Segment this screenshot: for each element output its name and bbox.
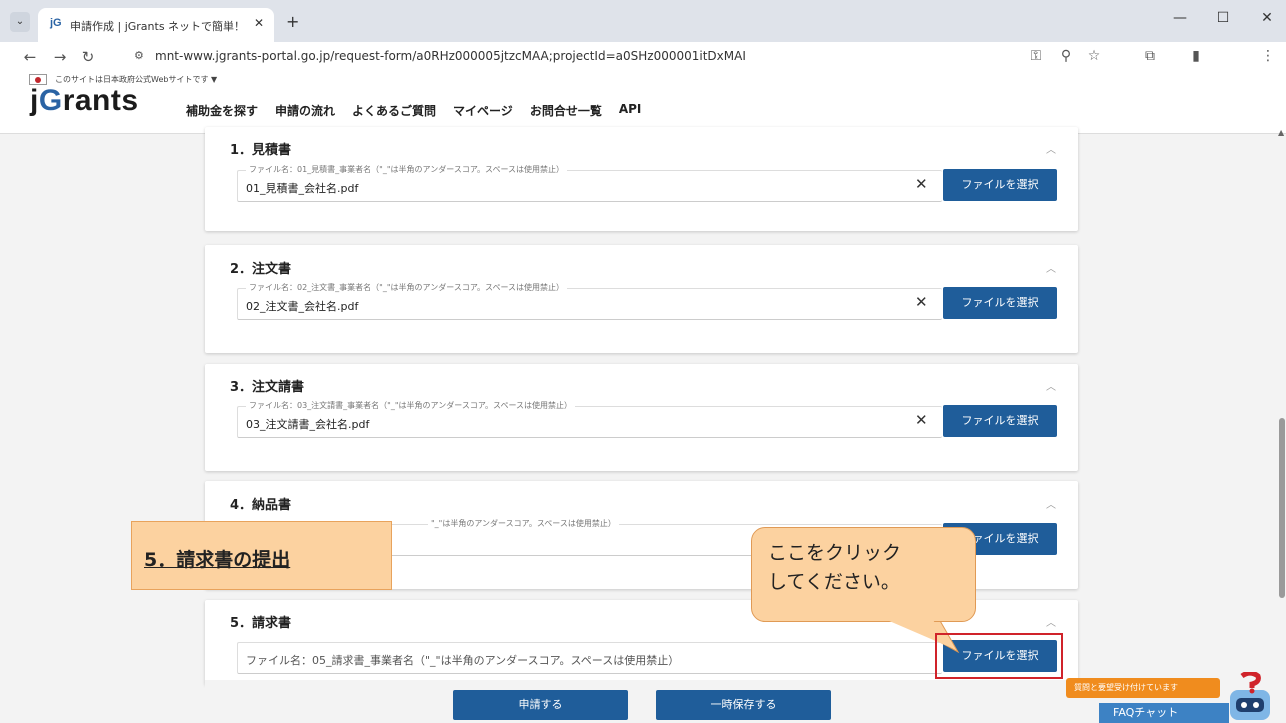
card-title: 3．注文請書 bbox=[230, 380, 305, 395]
forward-icon[interactable]: → bbox=[50, 48, 70, 66]
nav-search-subsidies[interactable]: 補助金を探す bbox=[186, 102, 258, 119]
instruction-bubble-text: ここをクリック してください。 bbox=[768, 542, 902, 593]
tab-title: 申請作成 | jGrants ネットで簡単！ bbox=[70, 20, 245, 33]
browser-tab[interactable]: jG 申請作成 | jGrants ネットで簡単！ ✕ bbox=[38, 8, 274, 42]
new-tab-icon[interactable]: + bbox=[286, 12, 299, 31]
scrollbar-thumb[interactable] bbox=[1279, 418, 1285, 598]
clear-file-icon[interactable]: ✕ bbox=[915, 411, 928, 429]
close-window-icon[interactable]: ✕ bbox=[1252, 10, 1282, 26]
file-name-value: 01_見積書_会社名.pdf bbox=[246, 182, 359, 195]
save-draft-button[interactable]: 一時保存する bbox=[656, 690, 831, 720]
chat-notice[interactable]: 質問と要望受け付けています bbox=[1066, 678, 1220, 698]
upload-card-order-confirmation: 3．注文請書 ︿ ファイル名：03_注文請書_事業者名（"_"は半角のアンダース… bbox=[205, 364, 1078, 471]
clear-file-icon[interactable]: ✕ bbox=[915, 175, 928, 193]
card-title: 5．請求書 bbox=[230, 616, 292, 631]
maximize-icon[interactable]: ☐ bbox=[1208, 10, 1238, 26]
extensions-icon[interactable]: ⧉ bbox=[1140, 48, 1160, 64]
minimize-icon[interactable]: — bbox=[1165, 10, 1195, 26]
reload-icon[interactable]: ↻ bbox=[78, 48, 98, 66]
collapse-chevron-icon[interactable]: ︿ bbox=[1046, 378, 1056, 393]
file-name-field[interactable]: ファイル名：05_請求書_事業者名（"_"は半角のアンダースコア。スペースは使用… bbox=[237, 642, 942, 674]
file-name-value: 03_注文請書_会社名.pdf bbox=[246, 418, 370, 431]
section-annotation-text: 5．請求書の提出 bbox=[144, 549, 291, 571]
submit-button[interactable]: 申請する bbox=[453, 690, 628, 720]
nav-inquiries[interactable]: お問合せ一覧 bbox=[530, 102, 602, 119]
nav-mypage[interactable]: マイページ bbox=[453, 102, 513, 119]
site-header: このサイトは日本政府公式Webサイトです ▼ jGrants 補助金を探す 申請… bbox=[0, 72, 1286, 134]
field-label: ファイル名：02_注文書_事業者名（"_"は半角のアンダースコア。スペースは使用… bbox=[246, 282, 568, 293]
highlight-frame bbox=[935, 633, 1063, 679]
instruction-bubble: ここをクリック してください。 bbox=[751, 527, 976, 622]
field-label: ファイル名：01_見積書_事業者名（"_"は半角のアンダースコア。スペースは使用… bbox=[246, 164, 568, 175]
card-title: 2．注文書 bbox=[230, 262, 292, 277]
section-annotation: 5．請求書の提出 bbox=[131, 521, 392, 590]
side-panel-icon[interactable]: ▮ bbox=[1186, 48, 1206, 64]
card-title: 1．見積書 bbox=[230, 143, 292, 158]
collapse-chevron-icon[interactable]: ︿ bbox=[1046, 260, 1056, 275]
clear-file-icon[interactable]: ✕ bbox=[915, 293, 928, 311]
nav-application-flow[interactable]: 申請の流れ bbox=[275, 102, 335, 119]
nav-api[interactable]: API bbox=[619, 102, 642, 119]
url-field[interactable]: mnt-www.jgrants-portal.go.jp/request-for… bbox=[155, 49, 746, 63]
nav-faq[interactable]: よくあるご質問 bbox=[352, 102, 436, 119]
password-key-icon[interactable]: ⚿ bbox=[1026, 48, 1046, 64]
tab-search-icon[interactable]: ⌄ bbox=[10, 12, 30, 32]
bottom-action-bar bbox=[205, 680, 1078, 723]
collapse-chevron-icon[interactable]: ︿ bbox=[1046, 496, 1056, 511]
chat-robot-icon[interactable] bbox=[1222, 672, 1278, 723]
address-bar: ← → ↻ ⚙ mnt-www.jgrants-portal.go.jp/req… bbox=[0, 42, 1286, 72]
more-menu-icon[interactable]: ⋮ bbox=[1258, 48, 1278, 64]
close-tab-icon[interactable]: ✕ bbox=[254, 16, 264, 30]
zoom-icon[interactable]: ⚲ bbox=[1056, 48, 1076, 64]
browser-tab-bar: ⌄ jG 申請作成 | jGrants ネットで簡単！ ✕ + — ☐ ✕ bbox=[0, 0, 1286, 42]
bookmark-star-icon[interactable]: ☆ bbox=[1084, 48, 1104, 64]
card-title: 4．納品書 bbox=[230, 498, 292, 513]
file-name-value: 02_注文書_会社名.pdf bbox=[246, 300, 359, 313]
favicon-icon: jG bbox=[50, 17, 62, 29]
jgrants-logo[interactable]: jGrants bbox=[30, 84, 139, 118]
main-nav: 補助金を探す 申請の流れ よくあるご質問 マイページ お問合せ一覧 API bbox=[186, 102, 641, 119]
scroll-up-icon[interactable]: ▲ bbox=[1278, 128, 1284, 137]
upload-card-estimate: 1．見積書 ︿ ファイル名：01_見積書_事業者名（"_"は半角のアンダースコア… bbox=[205, 127, 1078, 231]
choose-file-button[interactable]: ファイルを選択 bbox=[943, 405, 1057, 437]
upload-card-order: 2．注文書 ︿ ファイル名：02_注文書_事業者名（"_"は半角のアンダースコア… bbox=[205, 245, 1078, 353]
collapse-chevron-icon[interactable]: ︿ bbox=[1046, 141, 1056, 156]
file-name-placeholder: ファイル名：05_請求書_事業者名（"_"は半角のアンダースコア。スペースは使用… bbox=[246, 654, 680, 667]
collapse-chevron-icon[interactable]: ︿ bbox=[1046, 614, 1056, 629]
file-name-field[interactable]: ファイル名：01_見積書_事業者名（"_"は半角のアンダースコア。スペースは使用… bbox=[237, 164, 942, 202]
field-label: ファイル名：03_注文請書_事業者名（"_"は半角のアンダースコア。スペースは使… bbox=[246, 400, 576, 411]
back-icon[interactable]: ← bbox=[20, 48, 40, 66]
file-name-field[interactable]: ファイル名：02_注文書_事業者名（"_"は半角のアンダースコア。スペースは使用… bbox=[237, 282, 942, 320]
site-info-icon[interactable]: ⚙ bbox=[134, 49, 144, 62]
field-label: "_"は半角のアンダースコア。スペースは使用禁止） bbox=[428, 518, 619, 529]
faq-chat-button[interactable]: FAQチャット bbox=[1099, 703, 1229, 723]
choose-file-button[interactable]: ファイルを選択 bbox=[943, 287, 1057, 319]
choose-file-button[interactable]: ファイルを選択 bbox=[943, 169, 1057, 201]
file-name-field[interactable]: ファイル名：03_注文請書_事業者名（"_"は半角のアンダースコア。スペースは使… bbox=[237, 400, 942, 438]
